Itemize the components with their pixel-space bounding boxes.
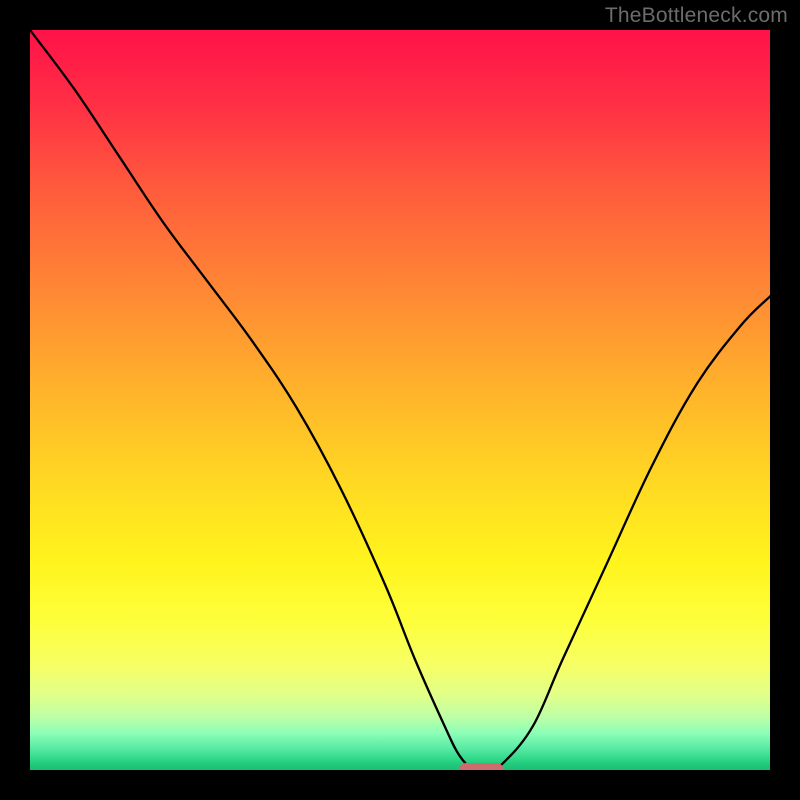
optimal-marker [459,763,503,770]
watermark-text: TheBottleneck.com [605,4,788,28]
curve-svg [30,30,770,770]
bottleneck-curve-path [30,30,770,770]
chart-outer: TheBottleneck.com [0,0,800,800]
plot-area [30,30,770,770]
